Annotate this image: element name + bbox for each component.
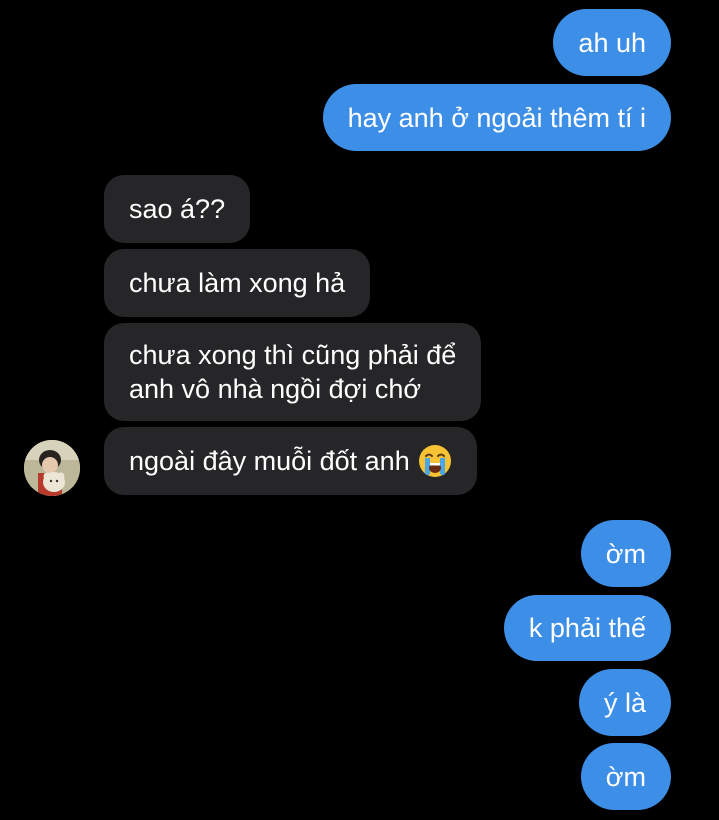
message-text: k phải thế [528, 613, 646, 643]
received-message-bubble[interactable]: ngoài đây muỗi đốt anh [104, 427, 477, 495]
chat-thread: ah uh hay anh ở ngoải thêm tí i sao á?? … [0, 0, 719, 820]
sent-message-bubble[interactable]: ý là [578, 669, 671, 736]
received-message-bubble[interactable]: chưa xong thì cũng phải để anh vô nhà ng… [104, 323, 482, 421]
sent-message-bubble[interactable]: k phải thế [503, 595, 671, 661]
message-text: sao á?? [129, 194, 226, 224]
message-text: ý là [603, 687, 646, 718]
message-text: ờm [605, 761, 646, 792]
message-text: ah uh [578, 27, 646, 58]
sent-message-bubble[interactable]: ờm [580, 520, 671, 587]
contact-avatar[interactable] [24, 440, 80, 496]
sent-message-bubble[interactable]: ah uh [553, 9, 671, 76]
sent-message-bubble[interactable]: ờm [580, 743, 671, 810]
loudly-crying-face-icon [418, 444, 452, 478]
message-text: hay anh ở ngoải thêm tí i [347, 102, 646, 133]
message-text-line: chưa xong thì cũng phải để [129, 340, 457, 370]
message-text: ờm [605, 538, 646, 569]
received-message-bubble[interactable]: chưa làm xong hả [104, 249, 371, 317]
message-text: chưa làm xong hả [129, 268, 346, 298]
received-message-bubble[interactable]: sao á?? [104, 175, 251, 243]
sent-message-bubble[interactable]: hay anh ở ngoải thêm tí i [322, 84, 671, 151]
message-text: ngoài đây muỗi đốt anh [129, 446, 410, 476]
avatar-photo-icon [24, 440, 80, 496]
message-text-line: anh vô nhà ngồi đợi chớ [129, 374, 422, 404]
